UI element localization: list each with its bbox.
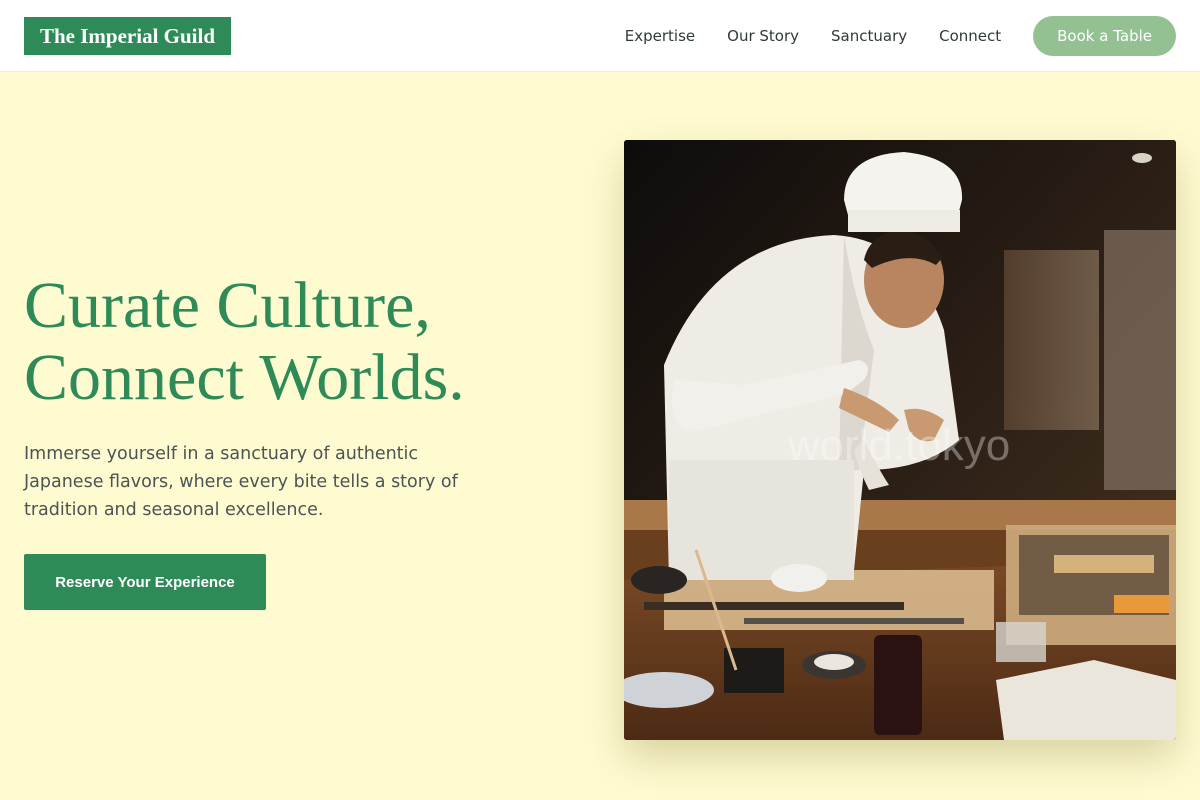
- hero-chef-image: world.tokyo: [624, 140, 1176, 740]
- hero-title-line-2: Connect Worlds.: [24, 341, 465, 414]
- nav-link-connect[interactable]: Connect: [939, 27, 1001, 45]
- reserve-experience-button[interactable]: Reserve Your Experience: [24, 554, 266, 610]
- nav-link-sanctuary[interactable]: Sanctuary: [831, 27, 907, 45]
- hero-title: Curate Culture, Connect Worlds.: [24, 270, 584, 414]
- chef-illustration: world.tokyo: [624, 140, 1176, 740]
- hero-subtitle: Immerse yourself in a sanctuary of authe…: [24, 444, 458, 520]
- hero-title-line-1: Curate Culture,: [24, 269, 431, 342]
- site-header: The Imperial Guild Expertise Our Story S…: [0, 0, 1200, 72]
- brand-logo[interactable]: The Imperial Guild: [24, 16, 232, 55]
- nav-link-expertise[interactable]: Expertise: [625, 27, 695, 45]
- image-watermark: world.tokyo: [787, 421, 1011, 470]
- book-table-button[interactable]: Book a Table: [1033, 15, 1176, 56]
- main-nav: Expertise Our Story Sanctuary Connect Bo…: [625, 15, 1176, 56]
- nav-link-our-story[interactable]: Our Story: [727, 27, 799, 45]
